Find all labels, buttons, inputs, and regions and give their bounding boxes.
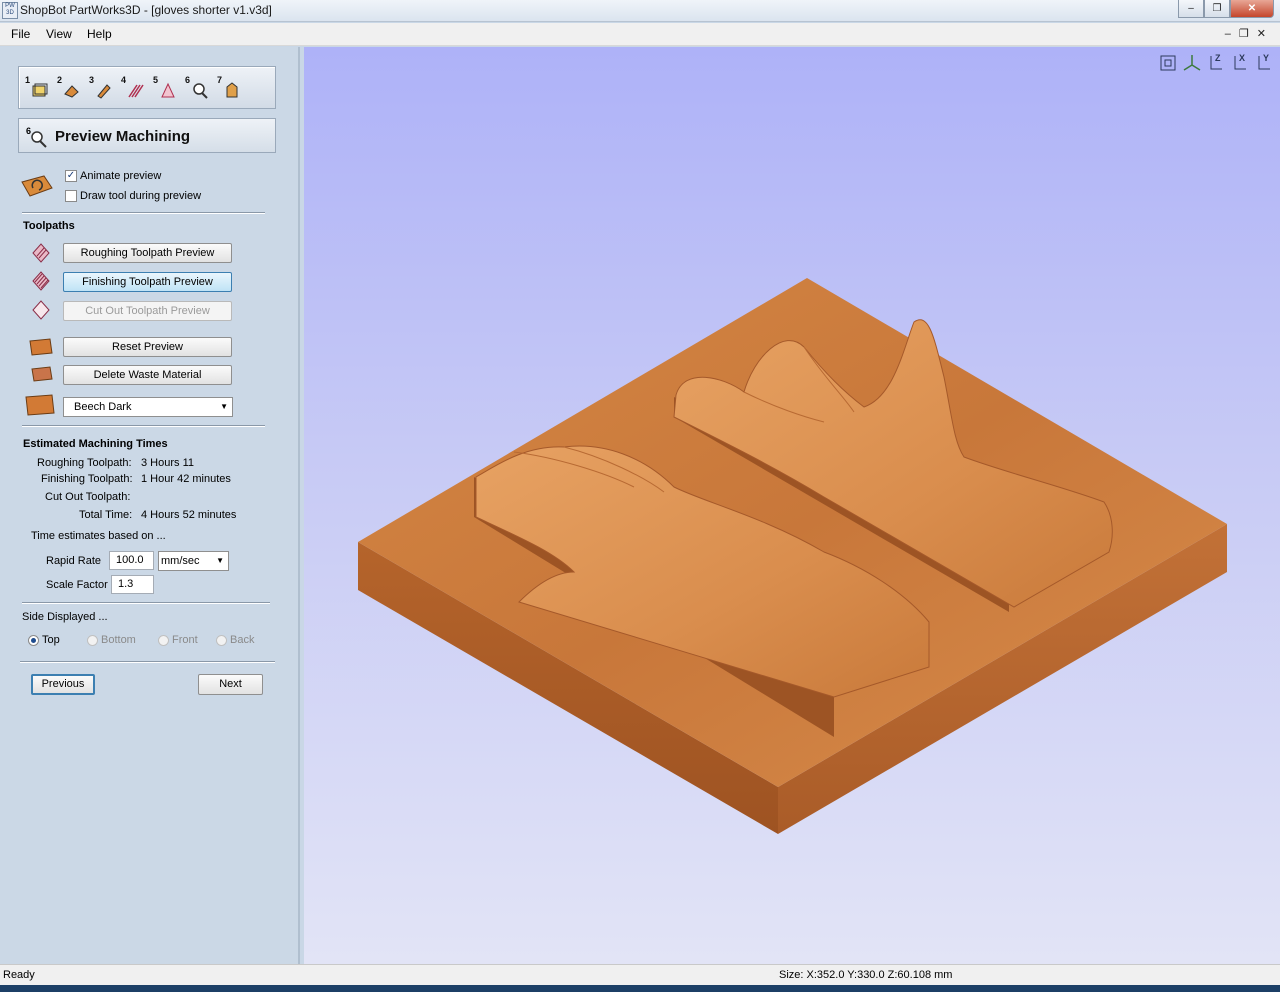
side-back-radio[interactable]: [216, 635, 227, 646]
stage-title: Preview Machining: [55, 128, 191, 145]
finishing-time-label: Finishing Toolpath:: [41, 473, 133, 485]
finishing-toolpath-preview-button[interactable]: Finishing Toolpath Preview: [63, 272, 232, 292]
rapid-rate-label: Rapid Rate: [46, 555, 102, 567]
model-icon: [64, 85, 79, 98]
mdi-window-controls[interactable]: –❐✕: [1225, 27, 1274, 40]
menu-view[interactable]: View: [46, 27, 72, 41]
step-toolbar: 1 2 3 4 5 6 7: [18, 66, 276, 109]
delete-waste-material-button[interactable]: Delete Waste Material: [63, 365, 232, 385]
menu-file[interactable]: File: [11, 27, 30, 41]
animate-preview-checkbox[interactable]: ✓: [65, 170, 77, 182]
finishing-toolpath-icon: [32, 271, 50, 291]
cutout-toolpath-preview-button[interactable]: Cut Out Toolpath Preview: [63, 301, 232, 321]
step-1-button[interactable]: 1: [25, 75, 49, 101]
side-front-radio[interactable]: [158, 635, 169, 646]
material-swatch-icon: [25, 394, 55, 416]
app-icon: PW 3D: [2, 2, 18, 19]
side-back-label: Back: [230, 634, 255, 646]
status-bar: Ready Size: X:352.0 Y:330.0 Z:60.108 mm: [0, 964, 1280, 985]
rapid-rate-input[interactable]: 100.0: [109, 551, 154, 570]
cutout-toolpath-icon: [32, 300, 50, 320]
rapid-rate-unit-value: mm/sec: [161, 555, 200, 567]
carved-wood-model: [358, 278, 1227, 834]
estimates-based-on: Time estimates based on ...: [31, 530, 166, 542]
animate-preview-label: Animate preview: [80, 170, 162, 182]
times-heading: Estimated Machining Times: [23, 438, 168, 450]
roughing-toolpath-icon: [32, 243, 50, 263]
cutout-time-label: Cut Out Toolpath:: [45, 491, 131, 503]
preview-magnifier-icon: [193, 83, 208, 99]
3d-viewport[interactable]: Z X Y: [304, 47, 1280, 964]
draw-tool-checkbox[interactable]: [65, 190, 77, 202]
total-time-value: 4 Hours 52 minutes: [141, 509, 237, 521]
step-6-button[interactable]: 6: [185, 75, 209, 101]
step-2-button[interactable]: 2: [57, 75, 81, 101]
close-icon[interactable]: ✕: [1230, 0, 1274, 18]
taskbar: [0, 985, 1280, 992]
finishing-time-value: 1 Hour 42 minutes: [141, 473, 231, 485]
scale-factor-label: Scale Factor: [46, 579, 108, 591]
side-bottom-radio[interactable]: [87, 635, 98, 646]
roughing-time-label: Roughing Toolpath:: [37, 457, 132, 469]
finishing-icon: [161, 82, 175, 98]
rapid-rate-unit-select[interactable]: mm/sec ▼: [158, 551, 229, 571]
model-size-readout: Size: X:352.0 Y:330.0 Z:60.108 mm: [779, 969, 953, 981]
delete-waste-icon: [31, 366, 53, 382]
side-bottom-label: Bottom: [101, 634, 136, 646]
save-toolpath-icon: [226, 82, 238, 98]
roughing-toolpath-preview-button[interactable]: Roughing Toolpath Preview: [63, 243, 232, 263]
draw-tool-label: Draw tool during preview: [80, 190, 202, 202]
status-text: Ready: [3, 969, 35, 981]
reset-preview-button[interactable]: Reset Preview: [63, 337, 232, 357]
divider: [20, 661, 275, 663]
step-3-button[interactable]: 3: [89, 75, 113, 101]
preview-magnifier-icon: [31, 131, 47, 148]
step-5-button[interactable]: 5: [153, 75, 177, 101]
stage-header: 6 Preview Machining: [18, 118, 276, 153]
side-front-label: Front: [172, 634, 198, 646]
material-select[interactable]: Beech Dark ▼: [63, 397, 233, 417]
menu-bar: File View Help –❐✕: [0, 23, 1280, 46]
divider: [22, 425, 265, 427]
step-4-button[interactable]: 4: [121, 75, 145, 101]
chevron-down-icon: ▼: [220, 402, 228, 411]
window-title: ShopBot PartWorks3D - [gloves shorter v1…: [20, 3, 272, 17]
left-panel: 1 2 3 4 5 6 7 6 Preview Machining ✓ Anim…: [0, 47, 300, 964]
side-displayed-heading: Side Displayed ...: [22, 611, 108, 623]
animate-preview-icon: [21, 175, 53, 197]
title-bar: PW 3D ShopBot PartWorks3D - [gloves shor…: [0, 0, 1280, 22]
scale-factor-input[interactable]: 1.3: [111, 575, 154, 594]
divider: [22, 212, 265, 214]
step-7-button[interactable]: 7: [217, 75, 241, 101]
roughing-icon: [128, 84, 144, 98]
maximize-icon[interactable]: ❐: [1204, 0, 1230, 18]
chevron-down-icon: ▼: [216, 556, 224, 565]
menu-help[interactable]: Help: [87, 27, 112, 41]
toolpaths-heading: Toolpaths: [23, 220, 75, 232]
total-time-label: Total Time:: [79, 509, 133, 521]
side-top-label: Top: [42, 634, 60, 646]
divider: [22, 602, 270, 604]
side-top-radio[interactable]: [28, 635, 39, 646]
next-button[interactable]: Next: [198, 674, 263, 695]
minimize-icon[interactable]: –: [1178, 0, 1204, 18]
material-select-value: Beech Dark: [74, 401, 132, 413]
previous-button[interactable]: Previous: [31, 674, 95, 695]
material-icon: [97, 84, 111, 99]
reset-preview-icon: [29, 338, 53, 356]
roughing-time-value: 3 Hours 11: [141, 457, 194, 469]
job-setup-icon: [32, 83, 48, 97]
